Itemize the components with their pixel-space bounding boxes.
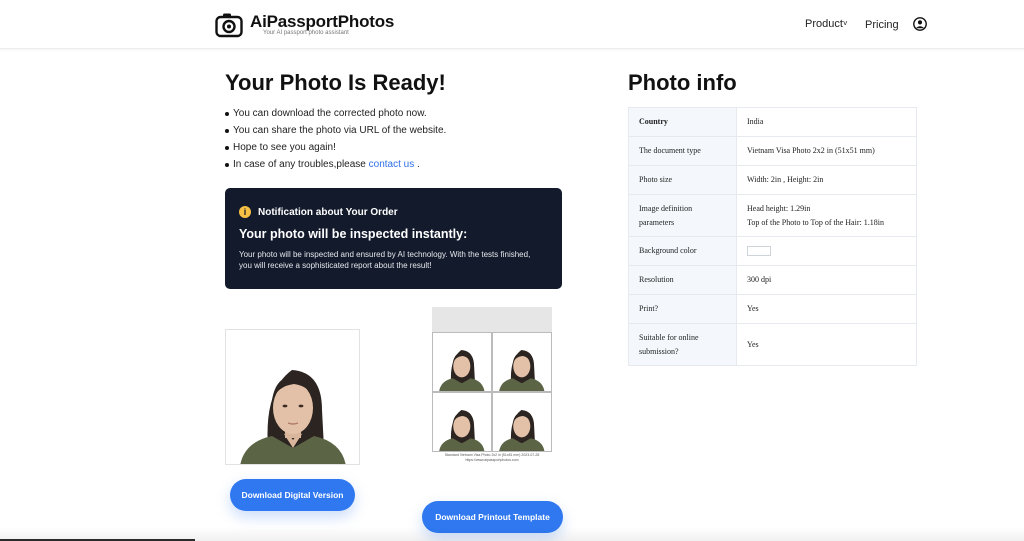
print-sheet: Standard Vietnam Visa Photo 2x2 in (51x5… (432, 332, 552, 487)
table-row: Country India (628, 107, 917, 137)
camera-logo-icon[interactable] (215, 12, 243, 38)
table-row: Photo size Width: 2in , Height: 2in (628, 165, 917, 195)
row-value: Vietnam Visa Photo 2x2 in (51x51 mm) (736, 136, 917, 166)
notification-body: Your photo will be inspected and ensured… (239, 250, 531, 270)
row-label: Background color (628, 236, 737, 266)
row-value: India (736, 107, 917, 137)
download-digital-button[interactable]: Download Digital Version (230, 479, 355, 511)
head-height-value: Head height: 1.29in (747, 203, 811, 213)
brand-title[interactable]: AiPassportPhotos (250, 12, 394, 32)
row-label: Photo size (628, 165, 737, 195)
row-label: Resolution (628, 265, 737, 295)
table-row: Resolution 300 dpi (628, 265, 917, 295)
row-value: Head height: 1.29in Top of the Photo to … (736, 194, 917, 237)
row-label: Suitable for online submission? (628, 323, 737, 366)
page-title: Your Photo Is Ready! (225, 70, 446, 95)
print-caption: Standard Vietnam Visa Photo 2x2 in (51x5… (432, 453, 552, 463)
row-label: Country (628, 107, 737, 137)
print-photo-cell (492, 392, 552, 452)
order-notification-box: i Notification about Your Order Your pho… (225, 188, 562, 289)
table-row: The document type Vietnam Visa Photo 2x2… (628, 136, 917, 166)
bullet-item: You can share the photo via URL of the w… (225, 123, 446, 140)
nav-product-label: Product (805, 18, 843, 30)
nav-product-menu[interactable]: Product˅ (805, 18, 848, 30)
table-row: Background color (628, 236, 917, 266)
user-icon[interactable] (913, 17, 927, 31)
notification-heading: Your photo will be inspected instantly: (239, 227, 468, 241)
contact-suffix: . (414, 159, 420, 170)
bullet-item-contact: In case of any troubles,please contact u… (225, 157, 446, 174)
photo-info-title: Photo info (628, 70, 737, 95)
notification-title: Notification about Your Order (258, 207, 398, 218)
nav-pricing-link[interactable]: Pricing (865, 19, 899, 31)
print-photo-grid (432, 332, 552, 452)
info-icon: i (239, 206, 251, 218)
row-value: Yes (736, 323, 917, 366)
contact-us-link[interactable]: contact us (369, 159, 415, 170)
chevron-down-icon: ˅ (842, 19, 848, 28)
bullet-item: You can download the corrected photo now… (225, 106, 446, 123)
print-photo-cell (432, 332, 492, 392)
top-nav-bar: AiPassportPhotos Your AI passport photo … (0, 0, 1024, 49)
row-label: Print? (628, 294, 737, 324)
row-label: Image definition parameters (628, 194, 737, 237)
row-value: Yes (736, 294, 917, 324)
table-row: Print? Yes (628, 294, 917, 324)
row-label: The document type (628, 136, 737, 166)
row-value: 300 dpi (736, 265, 917, 295)
info-bullet-list: You can download the corrected photo now… (225, 106, 446, 174)
brand-subtitle: Your AI passport photo assistant (263, 30, 349, 36)
table-row: Image definition parameters Head height:… (628, 194, 917, 237)
contact-prefix: In case of any troubles,please (233, 159, 369, 170)
row-value: Width: 2in , Height: 2in (736, 165, 917, 195)
print-photo-cell (492, 332, 552, 392)
digital-photo-preview (225, 329, 360, 465)
portrait-image (226, 330, 359, 464)
print-template-preview: Standard Vietnam Visa Photo 2x2 in (51x5… (432, 307, 552, 487)
bullet-item: Hope to see you again! (225, 140, 446, 157)
top-to-hair-value: Top of the Photo to Top of the Hair: 1.1… (747, 217, 884, 227)
print-caption-line2: https://www.aipassportphotos.com (465, 458, 519, 462)
table-row: Suitable for online submission? Yes (628, 323, 917, 366)
print-photo-cell (432, 392, 492, 452)
background-color-swatch (747, 246, 771, 257)
row-value (736, 236, 917, 266)
photo-info-table: Country India The document type Vietnam … (628, 107, 917, 366)
